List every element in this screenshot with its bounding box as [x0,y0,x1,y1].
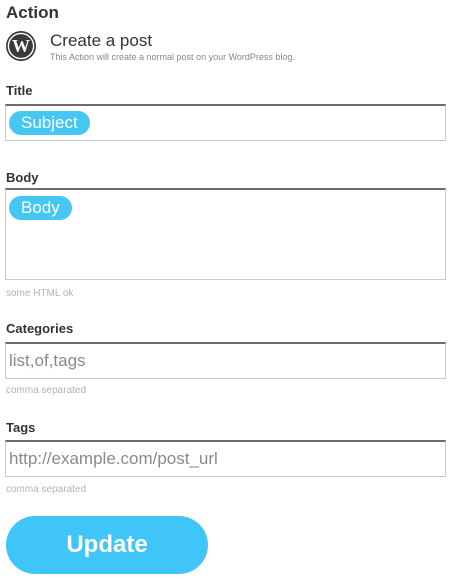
action-description: This Action will create a normal post on… [50,52,295,62]
tags-label: Tags [6,420,36,435]
tags-input[interactable]: http://example.com/post_url [5,440,446,477]
subject-token[interactable]: Subject [9,111,90,135]
title-field[interactable]: Subject [5,104,446,141]
categories-hint: comma separated [6,385,87,396]
body-label: Body [6,170,39,185]
tags-placeholder: http://example.com/post_url [9,449,218,468]
categories-label: Categories [6,321,74,336]
tags-hint: comma separated [6,484,87,495]
action-heading: Action [6,3,59,22]
body-field[interactable]: Body [5,188,446,280]
categories-placeholder: list,of,tags [9,351,86,370]
categories-input[interactable]: list,of,tags [5,342,446,379]
body-hint: some HTML ok [6,288,74,299]
body-token[interactable]: Body [9,196,72,220]
title-label: Title [6,83,33,98]
update-button[interactable]: Update [6,516,208,574]
action-title: Create a post [50,31,153,50]
svg-text:W: W [12,36,30,56]
wordpress-icon: W [5,30,37,62]
